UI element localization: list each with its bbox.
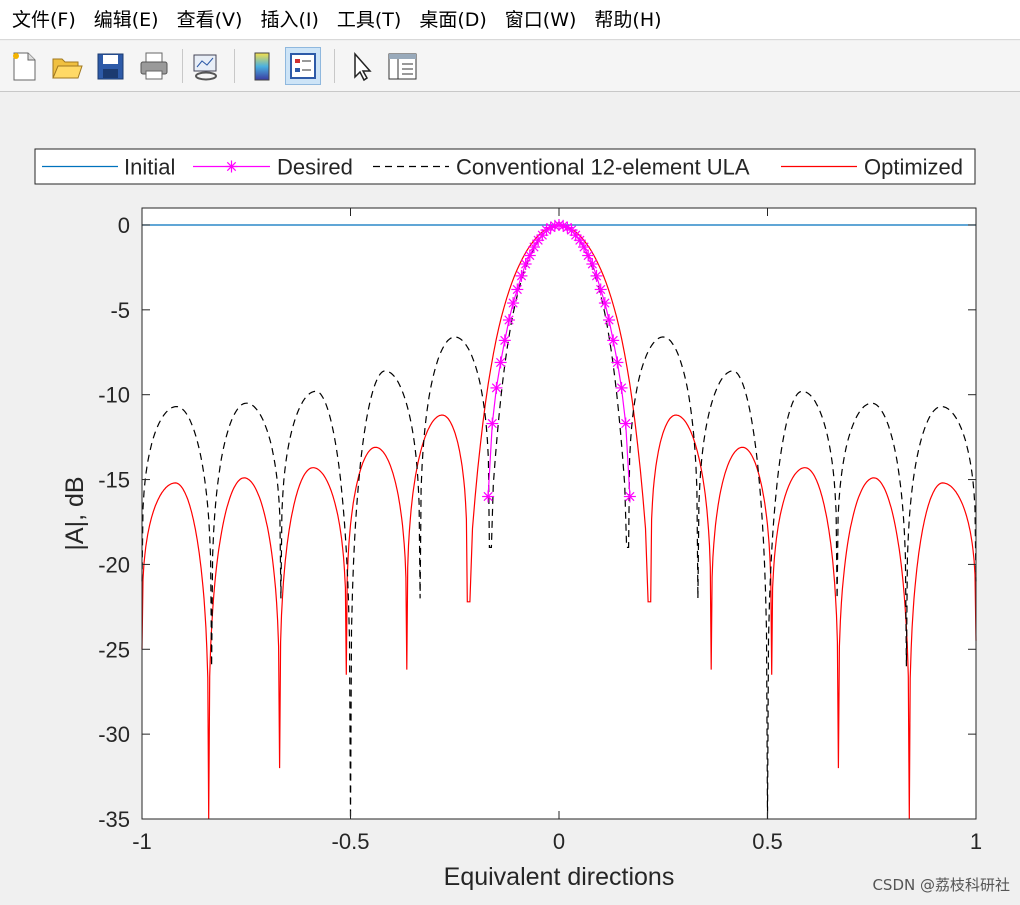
watermark: CSDN @荔枝科研社 — [872, 876, 1010, 894]
link-plot-icon[interactable] — [188, 47, 224, 85]
legend-label: Initial — [124, 155, 175, 180]
y-tick-label: 0 — [118, 213, 130, 238]
y-tick-label: -35 — [98, 807, 130, 832]
menu-item[interactable]: 工具(T) — [329, 0, 409, 40]
menu-item[interactable]: 窗口(W) — [497, 0, 585, 40]
new-file-icon[interactable] — [6, 47, 42, 85]
y-tick-label: -30 — [98, 722, 130, 747]
print-icon[interactable] — [136, 47, 172, 85]
x-tick-label: -0.5 — [332, 829, 370, 854]
y-tick-label: -5 — [110, 298, 130, 323]
colorbar-icon[interactable] — [244, 47, 280, 85]
property-editor-icon[interactable] — [384, 47, 420, 85]
menu-item[interactable]: 帮助(H) — [586, 0, 669, 40]
legend-label: Conventional 12-element ULA — [456, 155, 750, 180]
toolbar — [0, 41, 1020, 92]
y-tick-label: -25 — [98, 637, 130, 662]
legend-label: Desired — [277, 155, 353, 180]
save-icon[interactable] — [92, 47, 128, 85]
y-tick-label: -15 — [98, 468, 130, 493]
menu-item[interactable]: 插入(I) — [252, 0, 326, 40]
menu-item[interactable]: 文件(F) — [4, 0, 84, 40]
chart: -1 -0.5 0 0.5 1 0 -5 -10 -15 -20 -25 -30 -35 Equivale… — [34, 148, 982, 891]
y-tick-label: -10 — [98, 383, 130, 408]
x-tick-label: 1 — [970, 829, 982, 854]
legend-icon[interactable] — [285, 47, 321, 85]
pointer-icon[interactable] — [344, 47, 380, 85]
legend-marker — [225, 160, 238, 173]
open-folder-icon[interactable] — [48, 47, 84, 85]
y-axis-label: |A|, dB — [61, 476, 89, 550]
menu-bar: 文件(F) 编辑(E) 查看(V) 插入(I) 工具(T) 桌面(D) 窗口(W) 帮助(H) — [0, 0, 1020, 40]
x-axis-label: Equivalent directions — [444, 863, 675, 891]
legend-label: Optimized — [864, 155, 963, 180]
menu-item[interactable]: 查看(V) — [169, 0, 251, 40]
figure-area: -1 -0.5 0 0.5 1 0 -5 -10 -15 -20 -25 -30 -35 Equivale… — [0, 92, 1020, 901]
y-tick-label: -20 — [98, 552, 130, 577]
x-tick-label: 0.5 — [752, 829, 783, 854]
x-tick-label: -1 — [132, 829, 152, 854]
menu-item[interactable]: 编辑(E) — [86, 0, 167, 40]
plot-area — [142, 208, 976, 819]
x-tick-label: 0 — [553, 829, 565, 854]
menu-item[interactable]: 桌面(D) — [411, 0, 494, 40]
